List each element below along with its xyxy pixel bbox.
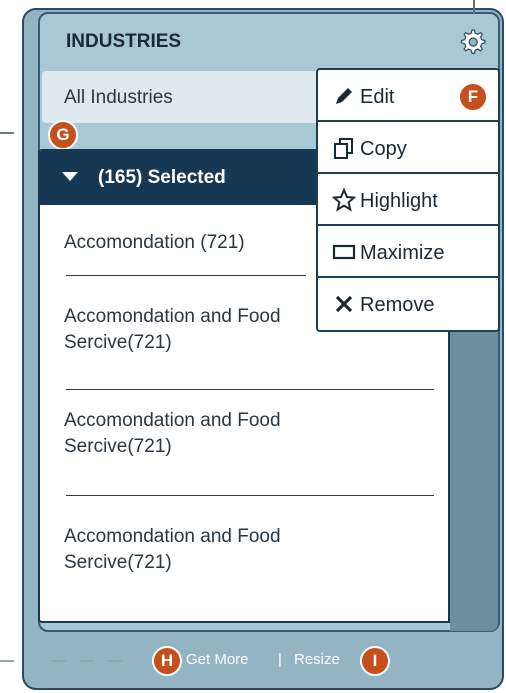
- gear-icon[interactable]: [455, 25, 489, 59]
- resize-link[interactable]: Resize: [294, 651, 340, 668]
- callout-badge-g: G: [48, 120, 78, 150]
- footer-divider: |: [278, 651, 282, 668]
- widget-title: INDUSTRIES: [66, 31, 182, 52]
- callout-leader-line: [52, 660, 66, 662]
- menu-item-label: Remove: [360, 294, 435, 316]
- star-icon: [332, 188, 356, 212]
- menu-item-label: Edit: [360, 86, 395, 108]
- menu-item-maximize[interactable]: Maximize: [318, 226, 498, 278]
- industry-filter-dropdown[interactable]: All Industries: [42, 71, 332, 123]
- list-divider: [66, 275, 306, 276]
- industry-filter-value: All Industries: [64, 87, 173, 108]
- caret-down-icon: [62, 172, 78, 181]
- menu-item-label: Maximize: [360, 242, 445, 264]
- callout-leader-line: [108, 660, 122, 662]
- list-item[interactable]: Accomondation and Food Sercive(721): [64, 408, 281, 460]
- copy-icon: [334, 138, 353, 159]
- menu-item-highlight[interactable]: Highlight: [318, 174, 498, 226]
- callout-leader-line: [0, 132, 14, 134]
- callout-badge-f: F: [458, 82, 488, 112]
- callout-leader-line: [473, 0, 475, 14]
- callout-badge-i: I: [360, 646, 390, 676]
- pencil-icon: [336, 88, 352, 104]
- menu-item-label: Highlight: [360, 190, 438, 212]
- callout-leader-line: [80, 660, 94, 662]
- menu-item-copy[interactable]: Copy: [318, 122, 498, 174]
- callout-badge-h: H: [152, 646, 182, 676]
- callout-leader-line: [0, 660, 14, 662]
- maximize-icon: [332, 244, 356, 260]
- get-more-link[interactable]: Get More: [186, 651, 249, 668]
- menu-item-remove[interactable]: Remove: [318, 278, 498, 330]
- list-item[interactable]: Accomondation (721): [64, 230, 245, 256]
- list-divider: [66, 389, 434, 390]
- selected-count-label: (165) Selected: [98, 167, 226, 188]
- list-item[interactable]: Accomondation and Food Sercive(721): [64, 524, 281, 576]
- list-item[interactable]: Accomondation and Food Sercive(721): [64, 304, 281, 356]
- list-divider: [66, 495, 434, 496]
- close-icon: [335, 295, 353, 313]
- menu-item-label: Copy: [360, 138, 407, 160]
